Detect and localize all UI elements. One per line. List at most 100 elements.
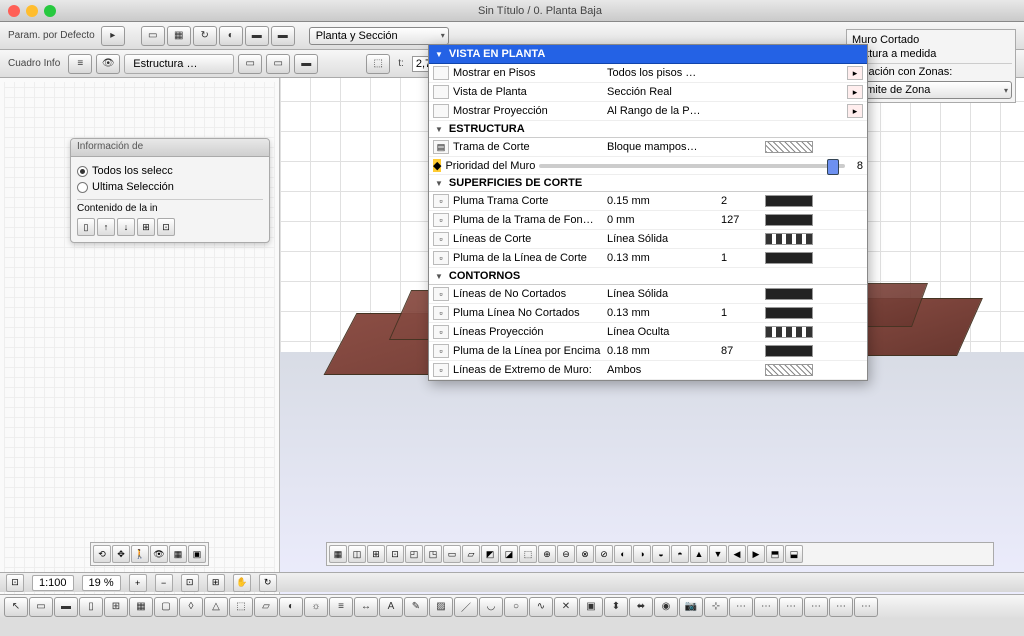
- column-tool[interactable]: ▯: [79, 597, 103, 617]
- mini-btn-3[interactable]: ↓: [117, 218, 135, 236]
- swatch[interactable]: [765, 307, 813, 319]
- scale-display[interactable]: 1:100: [32, 575, 74, 591]
- walk-icon[interactable]: 🚶: [131, 545, 149, 563]
- roof-tool[interactable]: △: [204, 597, 228, 617]
- refresh-icon[interactable]: ↻: [259, 574, 277, 592]
- detail-tool[interactable]: ◉: [654, 597, 678, 617]
- planta-seccion-dropdown[interactable]: Planta y Sección: [309, 27, 449, 45]
- vt-21[interactable]: ▼: [709, 545, 727, 563]
- perspective-icon[interactable]: ▣: [188, 545, 206, 563]
- swatch[interactable]: [765, 326, 813, 338]
- swatch[interactable]: [765, 288, 813, 300]
- edit-icon[interactable]: ▸: [847, 104, 863, 118]
- wall-tool[interactable]: ▬: [54, 597, 78, 617]
- camera-tool[interactable]: 📷: [679, 597, 703, 617]
- textura-medida[interactable]: Textura a medida: [850, 47, 1012, 61]
- minimize-button[interactable]: [26, 5, 38, 17]
- wall-mode-3[interactable]: ▬: [294, 54, 318, 74]
- hotspot-tool[interactable]: ✕: [554, 597, 578, 617]
- vt-5[interactable]: ◰: [405, 545, 423, 563]
- prop-row[interactable]: ▫ Pluma de la Línea por Encima 0.18 mm 8…: [429, 342, 867, 361]
- plan-view-pane[interactable]: Información de Todos los selecc Ultima S…: [0, 78, 280, 612]
- arrow-tool[interactable]: ↖: [4, 597, 28, 617]
- zoom-in-icon[interactable]: +: [129, 574, 147, 592]
- eye-icon[interactable]: 👁: [96, 54, 120, 74]
- vt-4[interactable]: ⊡: [386, 545, 404, 563]
- look-icon[interactable]: 👁: [150, 545, 168, 563]
- vt-18[interactable]: ◒: [652, 545, 670, 563]
- circle-tool[interactable]: ○: [504, 597, 528, 617]
- prioridad-row[interactable]: ◆ Prioridad del Muro 8: [429, 157, 867, 175]
- edit-icon[interactable]: ▸: [847, 85, 863, 99]
- radio-todos[interactable]: Todos los selecc: [77, 163, 263, 179]
- prop-row[interactable]: Mostrar Proyección Al Rango de la P… ▸: [429, 102, 867, 121]
- section-tool[interactable]: ⬍: [604, 597, 628, 617]
- swatch[interactable]: [765, 233, 813, 245]
- mini-btn-1[interactable]: ▯: [77, 218, 95, 236]
- prop-row[interactable]: ▫ Líneas Proyección Línea Oculta: [429, 323, 867, 342]
- label-tool[interactable]: ✎: [404, 597, 428, 617]
- elevation-tool[interactable]: ⬌: [629, 597, 653, 617]
- status-lock-icon[interactable]: ⊡: [6, 574, 24, 592]
- estructura-dropdown[interactable]: Estructura …: [124, 54, 234, 74]
- link-icon[interactable]: ⬚: [366, 54, 390, 74]
- tool-btn-3[interactable]: ↻: [193, 26, 217, 46]
- more-3[interactable]: ⋯: [779, 597, 803, 617]
- stair-tool[interactable]: ≡: [329, 597, 353, 617]
- window-tool[interactable]: ▦: [129, 597, 153, 617]
- trama-corte-row[interactable]: ▤ Trama de Corte Bloque mampos…: [429, 138, 867, 157]
- swatch[interactable]: [765, 214, 813, 226]
- arc-tool[interactable]: ◡: [479, 597, 503, 617]
- section-superficies[interactable]: ▼SUPERFICIES DE CORTE: [429, 175, 867, 192]
- wall-mode-1[interactable]: ▭: [238, 54, 262, 74]
- vt-8[interactable]: ▱: [462, 545, 480, 563]
- vt-7[interactable]: ▭: [443, 545, 461, 563]
- vt-13[interactable]: ⊖: [557, 545, 575, 563]
- zoom-fit-icon[interactable]: ⊡: [181, 574, 199, 592]
- beam-tool[interactable]: ⊞: [104, 597, 128, 617]
- zoom-button[interactable]: [44, 5, 56, 17]
- tool-btn-2[interactable]: ▦: [167, 26, 191, 46]
- radio-ultima[interactable]: Ultima Selección: [77, 179, 263, 195]
- vt-12[interactable]: ⊕: [538, 545, 556, 563]
- fill-tool[interactable]: ▨: [429, 597, 453, 617]
- hand-icon[interactable]: ✋: [233, 574, 251, 592]
- tool-btn-4[interactable]: ◐: [219, 26, 243, 46]
- limite-zona-dropdown[interactable]: Límite de Zona: [850, 81, 1012, 99]
- pan-icon[interactable]: ✥: [112, 545, 130, 563]
- swatch[interactable]: [765, 364, 813, 376]
- tool-btn-1[interactable]: ▭: [141, 26, 165, 46]
- vt-25[interactable]: ⬓: [785, 545, 803, 563]
- more-2[interactable]: ⋯: [754, 597, 778, 617]
- vt-3[interactable]: ⊞: [367, 545, 385, 563]
- spline-tool[interactable]: ∿: [529, 597, 553, 617]
- mini-btn-4[interactable]: ⊞: [137, 218, 155, 236]
- vt-17[interactable]: ◑: [633, 545, 651, 563]
- prop-row[interactable]: ▫ Pluma Trama Corte 0.15 mm 2: [429, 192, 867, 211]
- vt-16[interactable]: ◐: [614, 545, 632, 563]
- swatch[interactable]: [765, 345, 813, 357]
- line-tool[interactable]: ／: [454, 597, 478, 617]
- section-contornos[interactable]: ▼CONTORNOS: [429, 268, 867, 285]
- vt-10[interactable]: ◪: [500, 545, 518, 563]
- swatch[interactable]: [765, 252, 813, 264]
- zoom-sel-icon[interactable]: ⊞: [207, 574, 225, 592]
- wall-mode-2[interactable]: ▭: [266, 54, 290, 74]
- figure-tool[interactable]: ▣: [579, 597, 603, 617]
- slab-tool[interactable]: ◊: [179, 597, 203, 617]
- vt-9[interactable]: ◩: [481, 545, 499, 563]
- more-5[interactable]: ⋯: [829, 597, 853, 617]
- more-4[interactable]: ⋯: [804, 597, 828, 617]
- prop-row[interactable]: ▫ Líneas de Corte Línea Sólida: [429, 230, 867, 249]
- lamp-tool[interactable]: ☼: [304, 597, 328, 617]
- tool-btn-5[interactable]: ▬: [245, 26, 269, 46]
- prop-row[interactable]: Vista de Planta Sección Real ▸: [429, 83, 867, 102]
- mini-btn-2[interactable]: ↑: [97, 218, 115, 236]
- box-icon[interactable]: ▦: [169, 545, 187, 563]
- vt-14[interactable]: ⊗: [576, 545, 594, 563]
- vt-23[interactable]: ▶: [747, 545, 765, 563]
- edit-icon[interactable]: ▸: [847, 66, 863, 80]
- vt-15[interactable]: ⊘: [595, 545, 613, 563]
- vt-2[interactable]: ◫: [348, 545, 366, 563]
- prop-row[interactable]: ▫ Líneas de Extremo de Muro: Ambos: [429, 361, 867, 380]
